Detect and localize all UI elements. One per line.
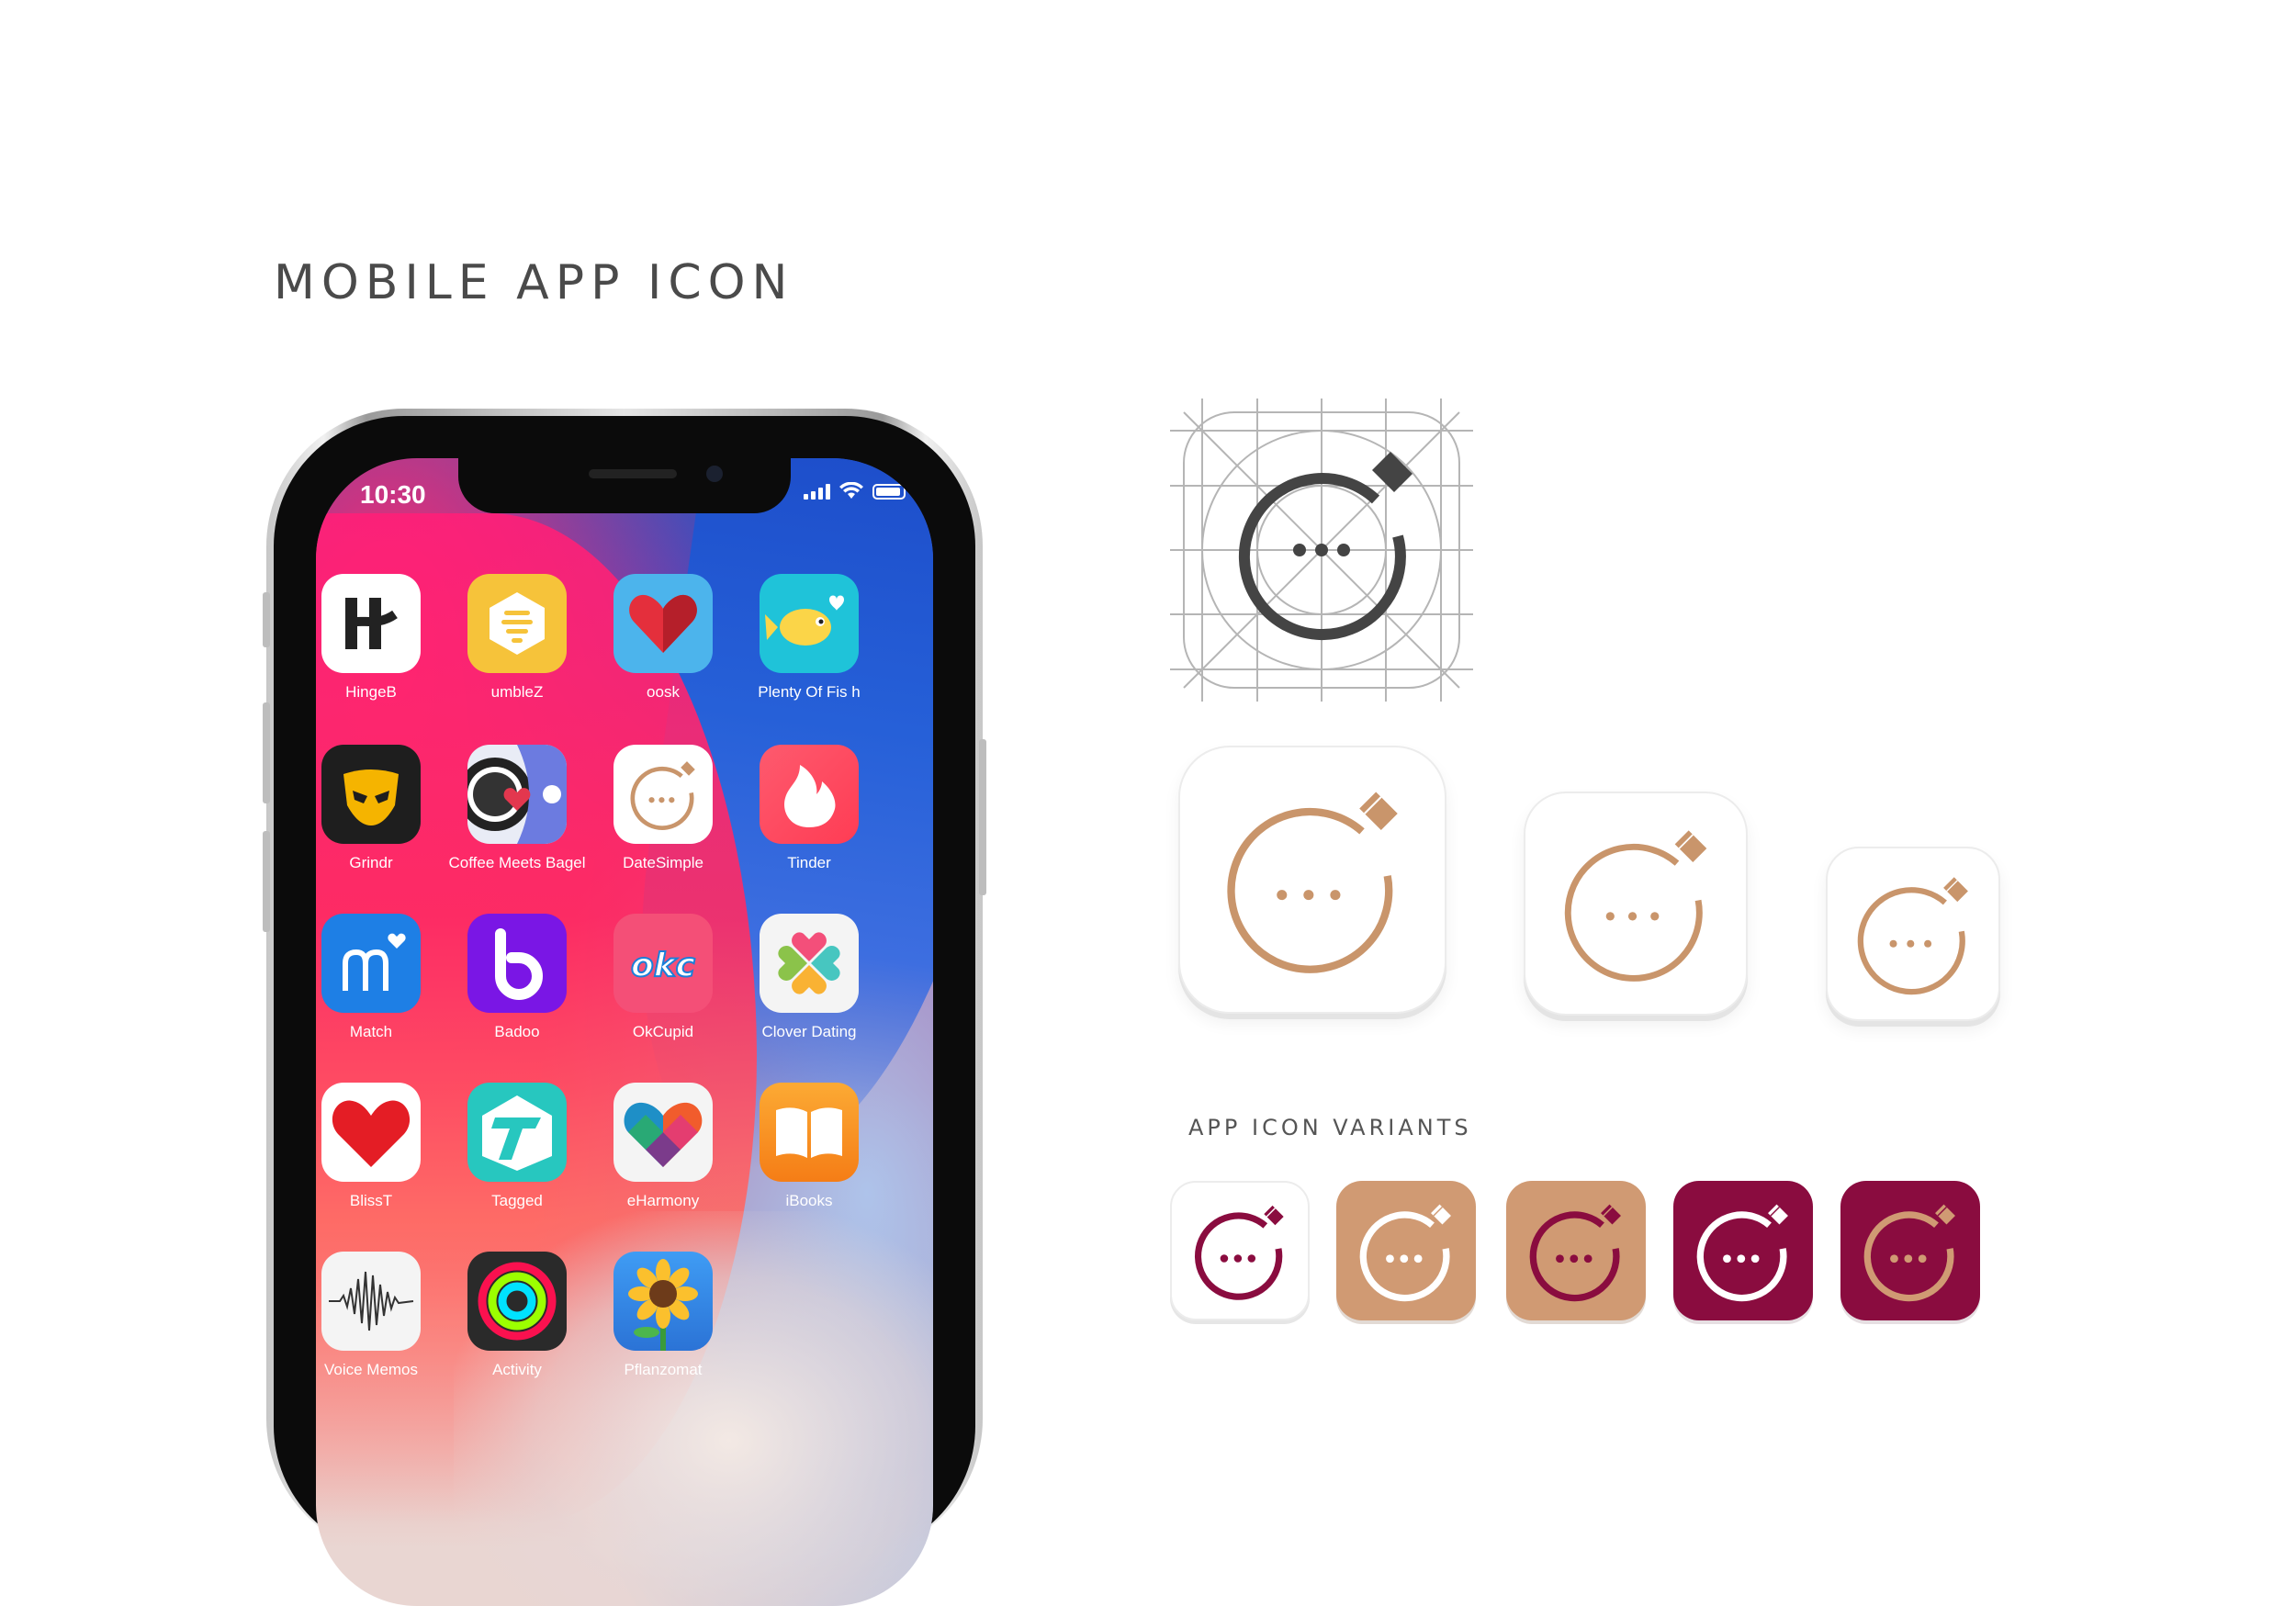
app-clover-dating[interactable]: Clover Dating bbox=[736, 914, 883, 1041]
app-grindr[interactable]: Grindr bbox=[316, 745, 445, 872]
wifi-icon bbox=[839, 482, 863, 499]
app-label: Tinder bbox=[787, 854, 831, 871]
app-label: HingeB bbox=[345, 683, 397, 701]
variant-burgundy-rose bbox=[1840, 1181, 1980, 1320]
datesimple-ring-icon bbox=[1863, 1204, 1955, 1302]
app-datesimple[interactable]: DateSimple bbox=[590, 745, 737, 872]
datesimple-ring-icon bbox=[613, 745, 713, 844]
heart-icon bbox=[613, 574, 713, 673]
home-screen: 10:30 HingeB umbleZ oosk Plenty Of Fis h… bbox=[316, 458, 933, 1606]
svg-text:okc: okc bbox=[631, 947, 695, 984]
clover-icon bbox=[760, 914, 859, 1013]
app-oosk[interactable]: oosk bbox=[590, 574, 737, 702]
variant-burgundy-white bbox=[1673, 1181, 1813, 1320]
app-label: DateSimple bbox=[623, 854, 703, 871]
app-eharmony[interactable]: eHarmony bbox=[590, 1083, 737, 1210]
volume-down-button bbox=[263, 831, 270, 932]
datesimple-ring-icon bbox=[1564, 830, 1707, 982]
match-icon bbox=[321, 914, 421, 1013]
app-icon-small bbox=[1826, 847, 2000, 1021]
app-match[interactable]: Match bbox=[316, 914, 445, 1041]
app-hinge[interactable]: HingeB bbox=[316, 574, 445, 702]
datesimple-ring-icon bbox=[1359, 1204, 1451, 1302]
app-label: Activity bbox=[492, 1361, 542, 1378]
app-label: Coffee Meets Bagel bbox=[448, 854, 586, 871]
waveform-icon bbox=[321, 1252, 421, 1351]
app-pflanzomat[interactable]: Pflanzomat bbox=[590, 1252, 737, 1379]
app-label: eHarmony bbox=[626, 1192, 700, 1209]
app-activity[interactable]: Activity bbox=[444, 1252, 591, 1379]
app-bumble[interactable]: umbleZ bbox=[444, 574, 591, 702]
sunflower-icon bbox=[613, 1252, 713, 1351]
app-blisst[interactable]: BlissT bbox=[316, 1083, 445, 1210]
app-coffee-meets-bagel[interactable]: Coffee Meets Bagel bbox=[444, 745, 591, 872]
eharmony-icon bbox=[613, 1083, 713, 1182]
app-label: Voice Memos bbox=[323, 1361, 419, 1378]
datesimple-ring-icon bbox=[1529, 1204, 1621, 1302]
silent-switch bbox=[263, 592, 270, 647]
datesimple-ring-icon bbox=[1857, 877, 1968, 995]
app-label: iBooks bbox=[785, 1192, 833, 1209]
app-label: Clover Dating bbox=[761, 1023, 857, 1040]
app-ibooks[interactable]: iBooks bbox=[736, 1083, 883, 1210]
fish-icon bbox=[760, 574, 859, 673]
heart-icon bbox=[321, 1083, 421, 1182]
datesimple-ring-icon bbox=[1227, 792, 1398, 973]
app-label: umbleZ bbox=[490, 683, 544, 701]
activity-rings-icon bbox=[467, 1252, 567, 1351]
app-icon-medium bbox=[1524, 792, 1748, 1016]
app-label: BlissT bbox=[349, 1192, 393, 1209]
phone-mockup: 10:30 HingeB umbleZ oosk Plenty Of Fis h… bbox=[263, 409, 986, 1606]
app-plenty-of-fish[interactable]: Plenty Of Fis h bbox=[736, 574, 883, 702]
datesimple-ring-icon bbox=[1195, 1205, 1284, 1300]
book-icon bbox=[760, 1083, 859, 1182]
app-tinder[interactable]: Tinder bbox=[736, 745, 883, 872]
variant-rose-white bbox=[1336, 1181, 1476, 1320]
app-label: Plenty Of Fis h bbox=[758, 683, 861, 701]
app-badoo[interactable]: Badoo bbox=[444, 914, 591, 1041]
front-camera bbox=[706, 466, 723, 482]
app-okcupid[interactable]: okc OkCupid bbox=[590, 914, 737, 1041]
app-icon-large bbox=[1178, 746, 1446, 1014]
variants-label: APP ICON VARIANTS bbox=[1188, 1115, 1472, 1140]
volume-up-button bbox=[263, 702, 270, 803]
badoo-icon bbox=[467, 914, 567, 1013]
page-title: MOBILE APP ICON bbox=[274, 255, 794, 310]
side-button bbox=[979, 739, 986, 895]
app-label: Tagged bbox=[491, 1192, 543, 1209]
hinge-icon bbox=[321, 574, 421, 673]
okcupid-icon: okc bbox=[613, 914, 713, 1013]
tagged-icon bbox=[467, 1083, 567, 1182]
status-time: 10:30 bbox=[360, 480, 426, 509]
app-tagged[interactable]: Tagged bbox=[444, 1083, 591, 1210]
datesimple-ring-icon bbox=[1696, 1204, 1788, 1302]
app-label: Pflanzomat bbox=[624, 1361, 703, 1378]
icon-construction-grid bbox=[1170, 399, 1473, 702]
speaker bbox=[589, 469, 677, 478]
flame-icon bbox=[760, 745, 859, 844]
bumble-icon bbox=[467, 574, 567, 673]
grindr-mask-icon bbox=[321, 745, 421, 844]
variant-white-burgundy bbox=[1170, 1181, 1310, 1320]
app-label: Match bbox=[349, 1023, 393, 1040]
cellular-signal-icon bbox=[804, 484, 830, 500]
notch bbox=[458, 458, 791, 513]
coffee-meets-bagel-icon bbox=[467, 745, 567, 844]
status-icons bbox=[804, 482, 906, 500]
battery-icon bbox=[872, 484, 906, 500]
app-voice-memos[interactable]: Voice Memos bbox=[316, 1252, 445, 1379]
app-label: Grindr bbox=[349, 854, 393, 871]
phone-bezel: 10:30 HingeB umbleZ oosk Plenty Of Fis h… bbox=[274, 416, 975, 1606]
app-label: Badoo bbox=[494, 1023, 540, 1040]
app-label: OkCupid bbox=[632, 1023, 694, 1040]
app-label: oosk bbox=[647, 683, 680, 701]
variant-rose-burgundy bbox=[1506, 1181, 1646, 1320]
